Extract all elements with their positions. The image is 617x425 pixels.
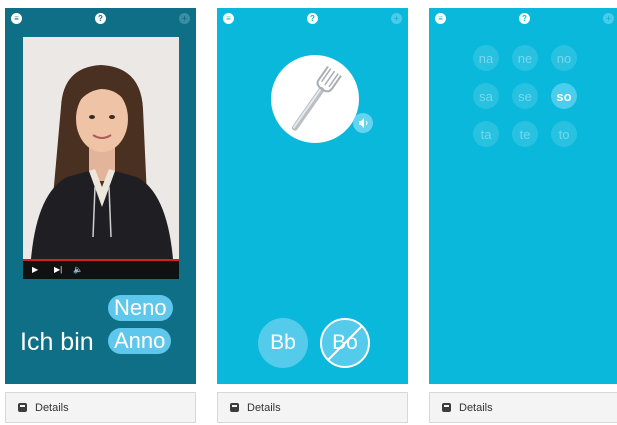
syllable-se[interactable]: se	[512, 83, 538, 109]
help-icon[interactable]: ?	[307, 13, 318, 24]
prefix-text: Ich bin	[20, 328, 94, 356]
word-image	[271, 55, 359, 143]
syllable-to[interactable]: to	[551, 121, 577, 147]
details-label: Details	[247, 401, 281, 414]
details-button[interactable]: Details	[5, 392, 196, 423]
list-icon[interactable]: ≡	[435, 13, 446, 24]
card-topbar: ≡ ? +	[5, 13, 196, 27]
help-icon[interactable]: ?	[519, 13, 530, 24]
fork-icon	[291, 65, 342, 131]
syllable-no[interactable]: no	[551, 45, 577, 71]
plus-icon[interactable]: +	[179, 13, 190, 24]
syllable-te[interactable]: te	[512, 121, 538, 147]
details-button[interactable]: Details	[429, 392, 617, 423]
option-neno[interactable]: Neno	[108, 295, 173, 321]
help-icon[interactable]: ?	[95, 13, 106, 24]
details-label: Details	[459, 401, 493, 414]
card-panel: ≡ ? + ▶ ▶| 🔈 Neno Ich bin Anno	[5, 8, 196, 384]
option-anno[interactable]: Anno	[108, 328, 172, 354]
video-player[interactable]: ▶ ▶| 🔈	[23, 37, 179, 279]
card-panel: ≡ ? + na ne no sa se so ta te to	[429, 8, 617, 384]
play-icon[interactable]: ▶	[32, 266, 38, 274]
speaker-icon[interactable]	[353, 113, 373, 133]
details-icon	[230, 403, 239, 412]
skip-icon[interactable]: ▶|	[54, 266, 62, 274]
video-controls: ▶ ▶| 🔈	[23, 259, 179, 279]
card-panel: ≡ ? + Bb Bo	[217, 8, 408, 384]
syllable-sa[interactable]: sa	[473, 83, 499, 109]
plus-icon[interactable]: +	[603, 13, 614, 24]
details-button[interactable]: Details	[217, 392, 408, 423]
video-progress[interactable]	[23, 259, 179, 261]
syllable-na[interactable]: na	[473, 45, 499, 71]
syllable-ne[interactable]: ne	[512, 45, 538, 71]
option-bo[interactable]: Bo	[320, 318, 370, 368]
lesson-card-syllables[interactable]: ≡ ? + na ne no sa se so ta te to Details	[429, 8, 617, 423]
strike-icon	[327, 325, 363, 361]
details-icon	[18, 403, 27, 412]
card-topbar: ≡ ? +	[429, 13, 617, 27]
lesson-card-image[interactable]: ≡ ? + Bb Bo	[217, 8, 408, 423]
card-topbar: ≡ ? +	[217, 13, 408, 27]
volume-icon[interactable]: 🔈	[73, 266, 83, 274]
speaker-glyph	[358, 118, 367, 128]
syllable-ta[interactable]: ta	[473, 121, 499, 147]
details-icon	[442, 403, 451, 412]
details-label: Details	[35, 401, 69, 414]
list-icon[interactable]: ≡	[11, 13, 22, 24]
syllable-so[interactable]: so	[551, 83, 577, 109]
plus-icon[interactable]: +	[391, 13, 402, 24]
lesson-card-video[interactable]: ≡ ? + ▶ ▶| 🔈 Neno Ich bin Anno Details	[5, 8, 196, 423]
video-frame	[23, 37, 179, 259]
list-icon[interactable]: ≡	[223, 13, 234, 24]
option-bb[interactable]: Bb	[258, 318, 308, 368]
